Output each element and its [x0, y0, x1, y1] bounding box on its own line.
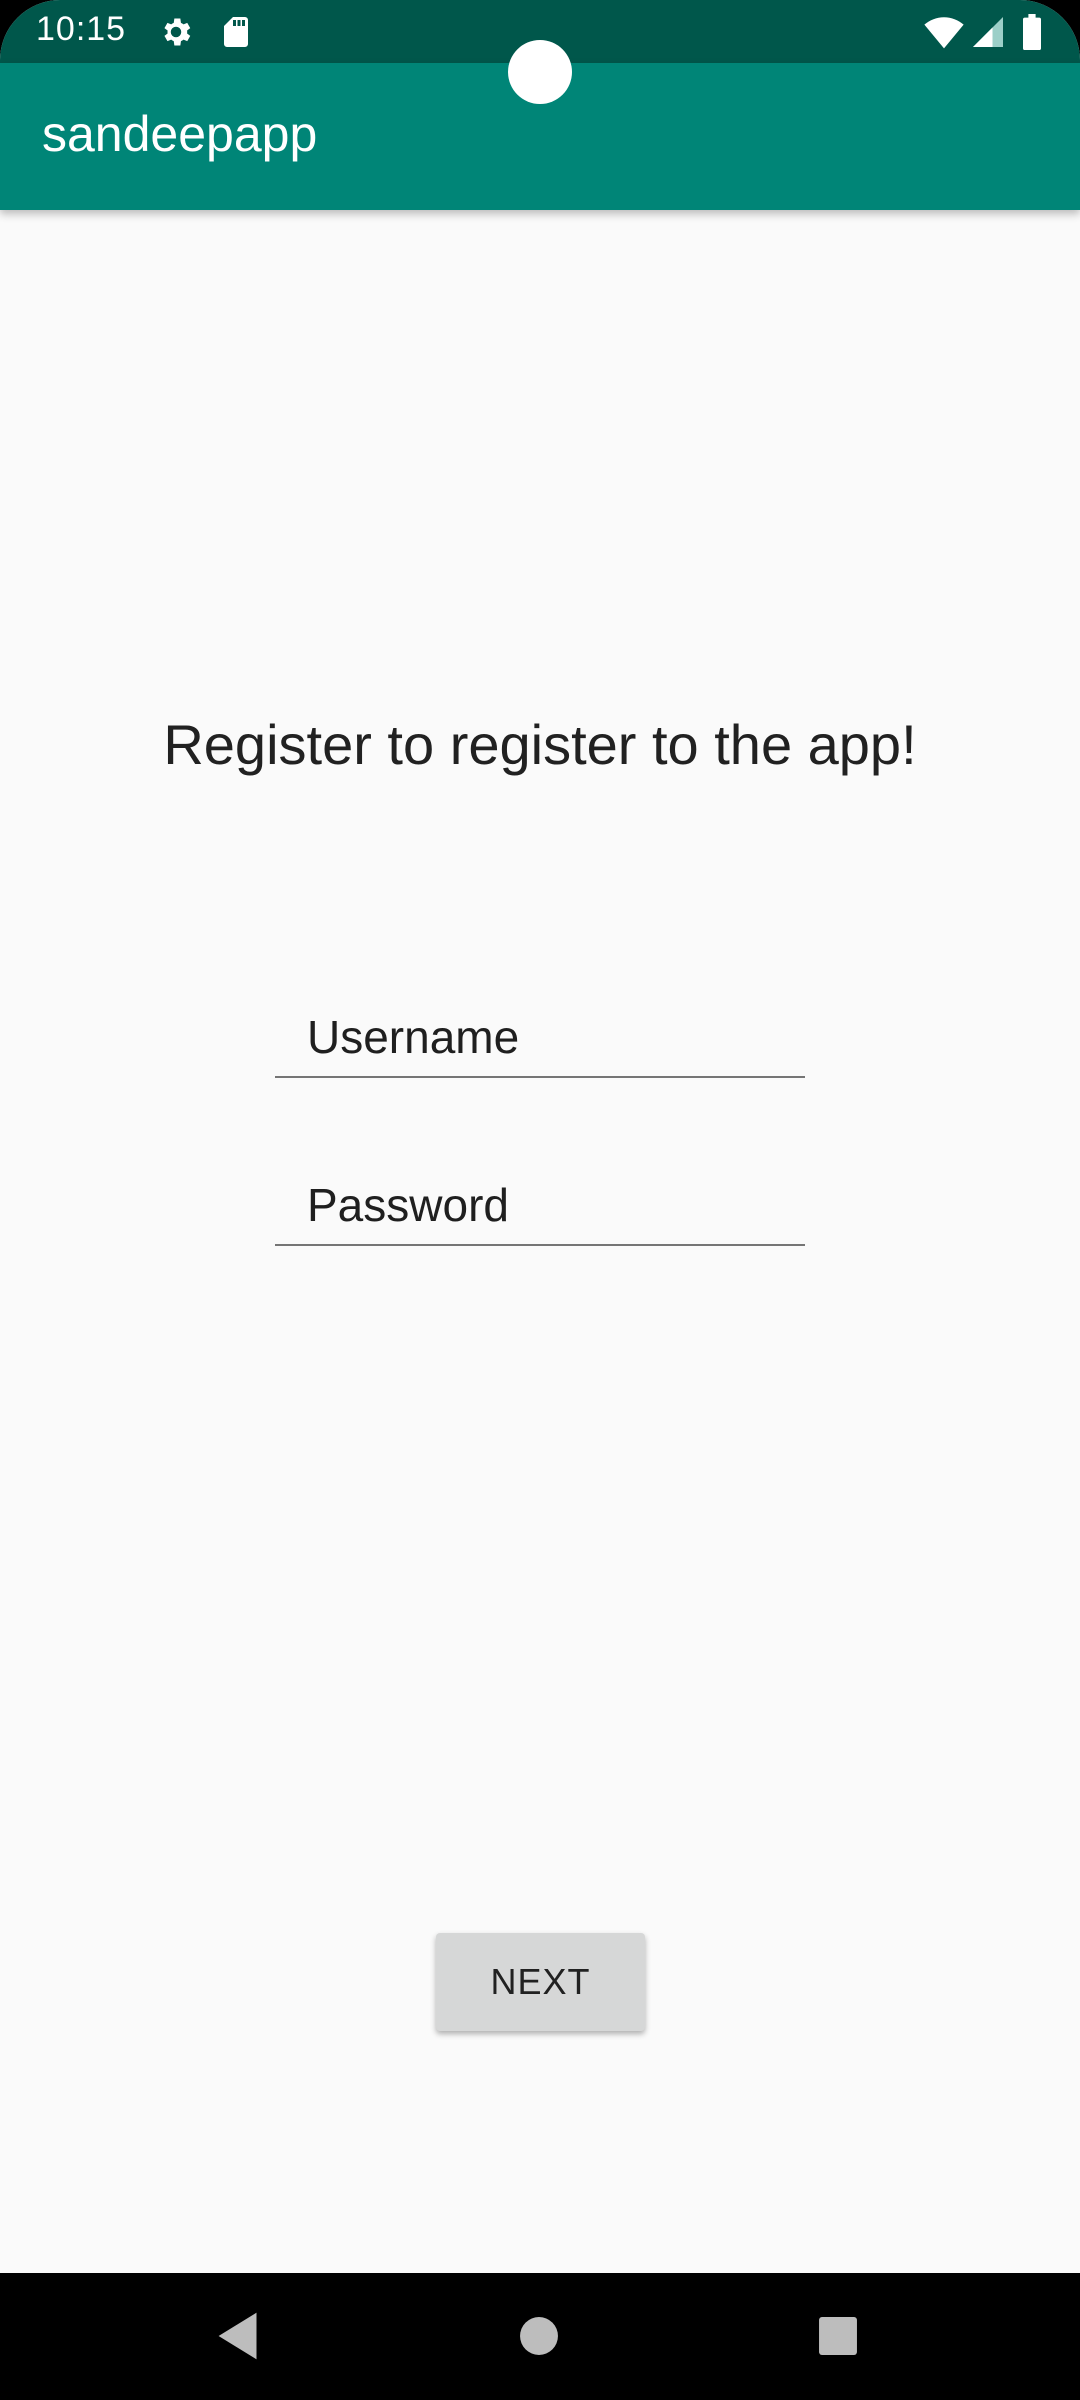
register-heading: Register to register to the app! [163, 713, 917, 776]
camera-cutout [508, 40, 572, 104]
username-input[interactable] [275, 998, 805, 1078]
next-button[interactable]: NEXT [436, 1933, 645, 2031]
back-icon[interactable] [204, 2301, 274, 2371]
app-screen: 10:15 sandeepapp Register to register to… [0, 0, 1080, 2400]
navigation-bar [0, 2273, 1080, 2400]
status-time: 10:15 [36, 10, 127, 48]
password-input[interactable] [275, 1166, 805, 1246]
settings-icon [158, 14, 194, 50]
sd-card-icon [218, 14, 254, 50]
app-title: sandeepapp [42, 106, 318, 162]
battery-icon [1020, 14, 1044, 50]
cell-signal-icon [970, 14, 1006, 50]
home-icon[interactable] [504, 2301, 574, 2371]
wifi-icon [924, 14, 964, 50]
recents-icon[interactable] [803, 2301, 873, 2371]
